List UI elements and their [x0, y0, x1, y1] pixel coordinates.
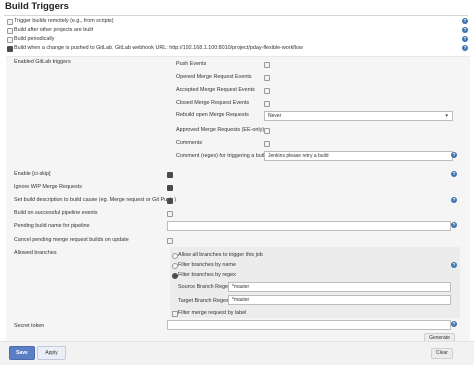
approved-mr-label: Approved Merge Requests (EE-only) [176, 127, 265, 133]
push-events-checkbox[interactable] [264, 62, 270, 68]
rebuild-open-mr-value: Never [268, 113, 282, 119]
closed-mr-events-label: Closed Merge Request Events [176, 100, 250, 106]
trigger-remote-label: Trigger builds remotely (e.g., from scri… [14, 18, 114, 24]
enabled-gitlab-triggers-label: Enabled GitLab triggers [14, 59, 71, 65]
target-branch-regex-label: Target Branch Regex [178, 298, 229, 304]
source-branch-regex-label: Source Branch Regex [178, 284, 231, 290]
filter-by-regex-label: Filter branches by regex [178, 272, 236, 278]
save-button[interactable]: Save [9, 346, 35, 360]
closed-mr-events-checkbox[interactable] [264, 101, 270, 107]
filter-by-label-label: Filter merge request by label [178, 310, 247, 316]
trigger-gitlab-push-checkbox[interactable] [7, 46, 13, 52]
rebuild-open-mr-select[interactable]: Never ▼ [264, 111, 453, 121]
trigger-after-other-checkbox[interactable] [7, 28, 13, 34]
build-on-pipeline-label: Build on successful pipeline events [14, 210, 98, 216]
target-branch-regex-input[interactable]: *master [228, 295, 451, 305]
accepted-mr-events-checkbox[interactable] [264, 88, 270, 94]
comment-regex-label: Comment (regex) for triggering a build [176, 153, 268, 159]
chevron-down-icon: ▼ [444, 113, 449, 118]
question-icon[interactable]: ? [451, 171, 457, 177]
trigger-periodically-checkbox[interactable] [7, 37, 13, 43]
cancel-pending-checkbox[interactable] [167, 238, 173, 244]
comments-checkbox[interactable] [264, 141, 270, 147]
comments-label: Comments [176, 140, 203, 146]
footer-bar [0, 341, 474, 365]
question-icon[interactable]: ? [451, 262, 457, 268]
enable-ci-skip-label: Enable [ci-skip] [14, 171, 51, 177]
build-on-pipeline-checkbox[interactable] [167, 211, 173, 217]
pending-build-name-label: Pending build name for pipeline [14, 223, 90, 229]
title-divider [4, 15, 468, 16]
section-title: Build Triggers [5, 1, 69, 12]
push-events-label: Push Events [176, 61, 207, 67]
allow-all-branches-label: Allow all branches to trigger this job [178, 252, 263, 258]
question-icon[interactable]: ? [462, 27, 468, 33]
ignore-wip-checkbox[interactable] [167, 185, 173, 191]
accepted-mr-events-label: Accepted Merge Request Events [176, 87, 255, 93]
pending-build-name-input[interactable] [167, 221, 451, 231]
question-icon[interactable]: ? [451, 152, 457, 158]
question-icon[interactable]: ? [451, 197, 457, 203]
set-build-description-checkbox[interactable] [167, 198, 173, 204]
rebuild-open-mr-label: Rebuild open Merge Requests [176, 112, 249, 118]
set-build-description-label: Set build description to build cause (eg… [14, 197, 177, 203]
clear-button[interactable]: Clear [431, 348, 453, 359]
cancel-pending-label: Cancel pending merge request builds on u… [14, 237, 129, 243]
question-icon[interactable]: ? [462, 18, 468, 24]
apply-button[interactable]: Apply [37, 346, 66, 360]
question-icon[interactable]: ? [462, 36, 468, 42]
question-icon[interactable]: ? [451, 222, 457, 228]
comment-regex-input[interactable]: Jenkins please retry a build [264, 151, 453, 161]
ignore-wip-label: Ignore WIP Merge Requests [14, 184, 82, 190]
enable-ci-skip-checkbox[interactable] [167, 172, 173, 178]
trigger-after-other-label: Build after other projects are built [14, 27, 94, 33]
filter-by-name-label: Filter branches by name [178, 262, 236, 268]
trigger-remote-checkbox[interactable] [7, 19, 13, 25]
approved-mr-checkbox[interactable] [264, 128, 270, 134]
secret-token-input[interactable] [167, 320, 451, 330]
trigger-periodically-label: Build periodically [14, 36, 55, 42]
allowed-branches-label: Allowed branches [14, 250, 57, 256]
secret-token-label: Secret token [14, 323, 45, 329]
source-branch-regex-input[interactable]: *master [228, 282, 451, 292]
question-icon[interactable]: ? [462, 45, 468, 51]
question-icon[interactable]: ? [451, 321, 457, 327]
opened-mr-events-checkbox[interactable] [264, 75, 270, 81]
opened-mr-events-label: Opened Merge Request Events [176, 74, 252, 80]
trigger-gitlab-push-label: Build when a change is pushed to GitLab.… [14, 45, 303, 51]
